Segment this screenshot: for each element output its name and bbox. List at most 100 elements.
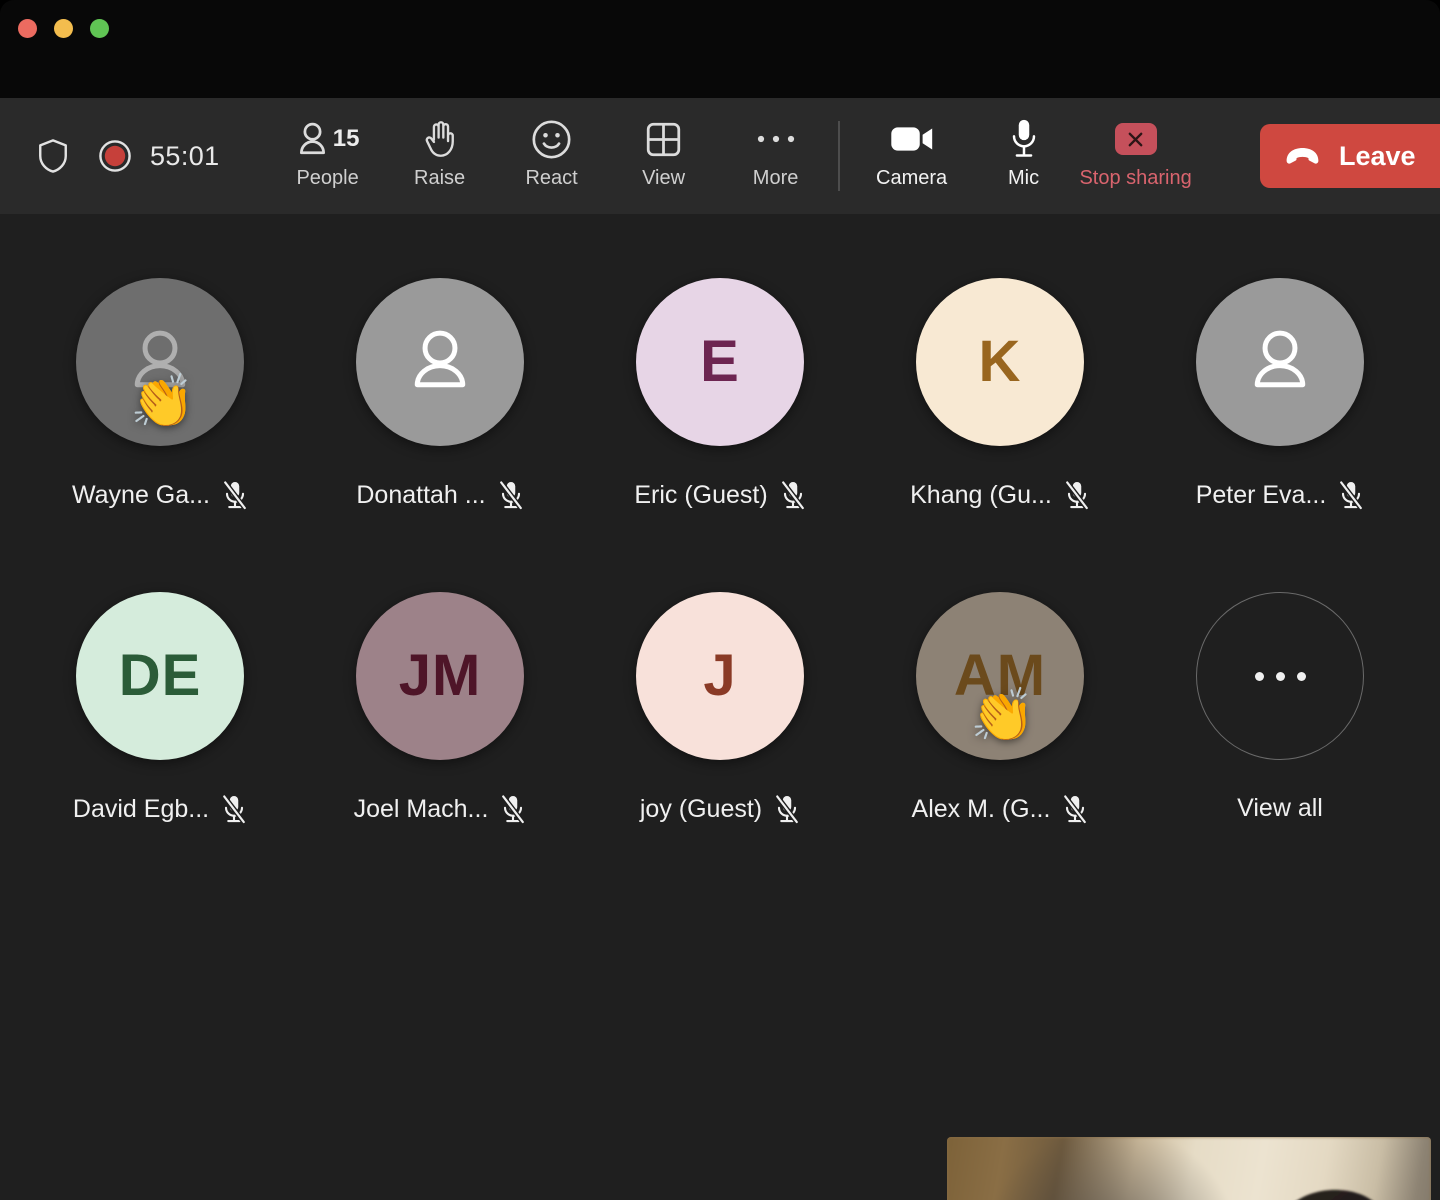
- mic-label: Mic: [1008, 167, 1040, 189]
- stop-sharing-button[interactable]: Stop sharing: [1079, 110, 1192, 202]
- smiley-icon: [532, 119, 571, 159]
- avatar-initials: K: [978, 329, 1022, 394]
- participant-name-row: Peter Eva...: [1196, 480, 1365, 510]
- leave-meeting-button[interactable]: Leave: [1260, 124, 1440, 188]
- camera-icon: [890, 127, 932, 151]
- meeting-toolbar: 55:01 15 People Raise React View More Ca…: [0, 98, 1440, 214]
- participant-name: Peter Eva...: [1195, 480, 1327, 509]
- camera-button[interactable]: Camera: [856, 110, 968, 202]
- participant-name-row: Khang (Gu...: [910, 480, 1090, 510]
- people-count-badge: 15: [332, 125, 360, 152]
- participant-name: Alex M. (G...: [911, 794, 1051, 823]
- participant-tile[interactable]: AM 👏 Alex M. (G...: [860, 592, 1140, 906]
- mic-muted-icon: [1062, 794, 1088, 824]
- participant-name: Eric (Guest): [634, 480, 768, 509]
- avatar-initials: E: [700, 329, 740, 394]
- avatar: AM 👏: [916, 592, 1084, 760]
- meeting-window: 55:01 15 People Raise React View More Ca…: [0, 0, 1440, 1200]
- person-silhouette-icon: [396, 318, 484, 406]
- view-all-tile[interactable]: View all: [1140, 592, 1420, 906]
- view-all-circle[interactable]: [1196, 592, 1364, 760]
- people-icon: [299, 122, 325, 155]
- participant-tile[interactable]: 👏 Wayne Ga...: [20, 278, 300, 592]
- raise-hand-button[interactable]: Raise: [384, 110, 496, 202]
- participant-name: Wayne Ga...: [71, 480, 210, 509]
- person-silhouette-icon: [1236, 318, 1324, 406]
- avatar: 👏: [76, 278, 244, 446]
- participant-name: joy (Guest): [639, 794, 763, 823]
- participant-grid: 👏 Wayne Ga... Donattah ... E Eric (Guest…: [0, 278, 1440, 906]
- participant-tile[interactable]: J joy (Guest): [580, 592, 860, 906]
- participant-tile[interactable]: Peter Eva...: [1140, 278, 1420, 592]
- ellipsis-icon: [757, 135, 794, 143]
- view-button[interactable]: View: [608, 110, 720, 202]
- mic-muted-icon: [1064, 480, 1090, 510]
- people-label: People: [296, 167, 359, 189]
- shield-icon[interactable]: [36, 137, 70, 175]
- window-title-bar: [0, 0, 1440, 98]
- grid-icon: [646, 122, 681, 156]
- hangup-phone-icon: [1284, 146, 1321, 166]
- clap-reaction-emoji: 👏: [130, 373, 195, 431]
- participant-name-row: David Egb...: [73, 794, 247, 824]
- avatar-initials: DE: [118, 643, 202, 708]
- camera-label: Camera: [876, 167, 948, 189]
- ellipsis-icon: [1296, 671, 1306, 681]
- react-button[interactable]: React: [496, 110, 608, 202]
- ellipsis-icon: [1254, 671, 1264, 681]
- participant-tile[interactable]: Donattah ...: [300, 278, 580, 592]
- participant-name: Donattah ...: [356, 480, 486, 509]
- participant-name-row: Alex M. (G...: [912, 794, 1089, 824]
- avatar: [356, 278, 524, 446]
- mic-muted-icon: [221, 794, 247, 824]
- self-view-person: [1298, 1189, 1372, 1200]
- raise-hand-icon: [425, 121, 454, 157]
- avatar: K: [916, 278, 1084, 446]
- avatar: [1196, 278, 1364, 446]
- toolbar-actions-group: 15 People Raise React View More Camera M…: [272, 110, 1192, 202]
- avatar: J: [636, 592, 804, 760]
- participant-name: David Egb...: [72, 794, 210, 823]
- mic-muted-icon: [780, 480, 806, 510]
- participant-name-row: Wayne Ga...: [72, 480, 248, 510]
- stop-sharing-icon: [1114, 123, 1157, 155]
- minimize-window-button[interactable]: [54, 19, 73, 38]
- participant-name-row: joy (Guest): [640, 794, 800, 824]
- avatar-initials: JM: [398, 643, 482, 708]
- participant-tile[interactable]: K Khang (Gu...: [860, 278, 1140, 592]
- toolbar-status-group: 55:01: [36, 137, 220, 175]
- participant-tile[interactable]: JM Joel Mach...: [300, 592, 580, 906]
- mic-muted-icon: [498, 480, 524, 510]
- mic-muted-icon: [1338, 480, 1364, 510]
- meeting-timer: 55:01: [150, 140, 220, 171]
- meeting-stage: 👏 Wayne Ga... Donattah ... E Eric (Guest…: [0, 214, 1440, 1200]
- participant-name: Khang (Gu...: [910, 480, 1052, 509]
- participant-name-row: Donattah ...: [356, 480, 523, 510]
- clap-reaction-emoji: 👏: [970, 687, 1035, 745]
- participant-tile[interactable]: E Eric (Guest): [580, 278, 860, 592]
- leave-label: Leave: [1339, 140, 1416, 171]
- record-indicator-icon[interactable]: [98, 139, 132, 173]
- avatar-initials: J: [703, 643, 737, 708]
- traffic-light-controls: [18, 19, 109, 38]
- raise-hand-label: Raise: [414, 167, 466, 189]
- self-view-video[interactable]: [947, 1137, 1431, 1200]
- more-button[interactable]: More: [720, 110, 832, 202]
- mic-muted-icon: [500, 794, 526, 824]
- avatar: DE: [76, 592, 244, 760]
- participant-name: Joel Mach...: [353, 794, 489, 823]
- avatar: E: [636, 278, 804, 446]
- mic-muted-icon: [222, 480, 248, 510]
- participant-name-row: Eric (Guest): [634, 480, 805, 510]
- microphone-icon: [1012, 119, 1035, 157]
- maximize-window-button[interactable]: [90, 19, 109, 38]
- participant-name-row: Joel Mach...: [354, 794, 527, 824]
- toolbar-divider: [837, 121, 840, 191]
- participant-tile[interactable]: DE David Egb...: [20, 592, 300, 906]
- ellipsis-icon: [1275, 671, 1285, 681]
- close-window-button[interactable]: [18, 19, 37, 38]
- avatar: JM: [356, 592, 524, 760]
- more-label: More: [752, 167, 799, 189]
- people-button[interactable]: 15 People: [272, 110, 384, 202]
- mic-button[interactable]: Mic: [968, 110, 1080, 202]
